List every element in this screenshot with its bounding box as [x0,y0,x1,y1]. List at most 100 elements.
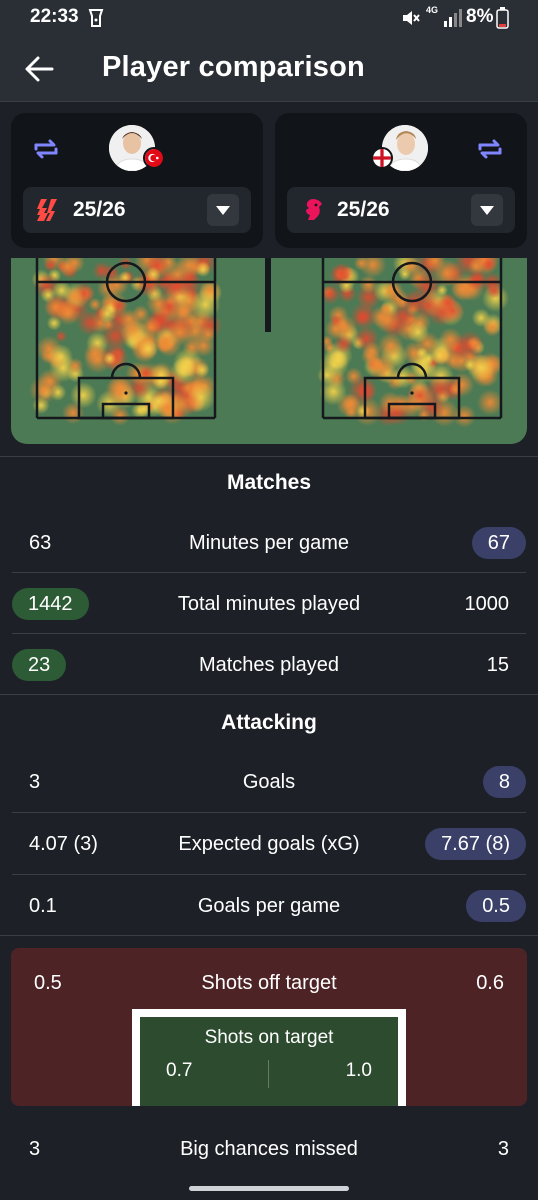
stat-row-minutes-per-game: 63 Minutes per game 67 [0,512,538,573]
heatmap-blob [55,300,81,326]
heatmap-blob [77,309,103,336]
page-title: Player comparison [102,51,365,83]
heatmap-blob [43,258,58,272]
laliga-logo-icon [37,199,57,221]
stat-row-goals: 3 Goals 8 [0,751,538,812]
heatmap-blob [118,308,140,330]
heatmap-blob [477,389,504,416]
gesture-nav-bar[interactable] [189,1186,349,1191]
goal-divider [268,1060,269,1088]
heatmap-blob [463,358,477,371]
heatmap-blob [195,262,211,278]
section-title-matches: Matches [226,471,312,494]
heatmap-blob [465,270,487,292]
heatmap-panel [11,258,527,444]
heatmap-blob [138,338,159,359]
swap-player-icon[interactable] [475,134,505,164]
network-type: 4G [425,5,438,15]
shots-on-label: Shots on target [204,1027,334,1048]
section-divider [0,694,538,695]
right-player-card: 25/26 [275,113,527,248]
battery-icon [496,7,509,29]
status-bar: 22:33 4G 8% [0,0,538,36]
right-season-dropdown[interactable] [471,194,503,226]
heatmap-blob [406,321,430,344]
heatmap-graphic [29,258,510,428]
heatmap-blob [109,405,130,426]
heatmap-blob [413,291,443,320]
stat-label: Goals per game [197,895,341,917]
heatmap-blob [331,263,352,284]
shots-on-right: 1.0 [345,1060,372,1081]
heatmap-blob [348,375,378,405]
stat-row-goals-per-game: 0.1 Goals per game 0.5 [0,875,538,936]
heatmap-blob [482,318,502,337]
flashlight-icon [88,9,104,27]
right-value: 15 [486,654,509,676]
right-value-highlight: 0.5 [466,890,526,922]
heatmap-divider [0,456,538,457]
swap-player-icon[interactable] [31,134,61,164]
status-time: 22:33 [30,6,79,27]
heatmap-blob [103,352,117,365]
left-season-label: 25/26 [73,198,126,221]
shots-off-label: Shots off target [201,972,337,994]
shots-on-left: 0.7 [166,1060,193,1081]
chevron-down-icon [216,206,230,215]
heatmap-blob [88,297,102,312]
stat-row-total-minutes: 1442 Total minutes played 1000 [0,573,538,634]
heatmap-blob [29,375,58,405]
heatmap-blob [415,347,428,360]
right-value: 3 [497,1138,509,1160]
shots-graphic: 0.5 Shots off target 0.6 Shots on target… [11,948,527,1106]
signal-icon [444,9,462,27]
right-value-highlight: 7.67 (8) [425,828,526,860]
back-arrow-icon[interactable] [22,52,56,86]
heatmap-blob [331,314,358,341]
heatmap-blob [317,365,337,385]
right-season-selector[interactable]: 25/26 [287,187,515,233]
section-title-attacking: Attacking [221,711,317,734]
premier-league-logo-icon [306,199,322,220]
stat-row-expected-goals: 4.07 (3) Expected goals (xG) 7.67 (8) [0,813,538,874]
left-player-card: 25/26 [11,113,263,248]
goal-frame: Shots on target 0.7 1.0 [132,1009,406,1106]
heatmap-blob [156,397,179,420]
battery-percent: 8% [466,6,494,27]
right-value: 1000 [464,593,510,615]
section-divider [0,935,538,936]
left-season-dropdown[interactable] [207,194,239,226]
heatmap-blob [450,372,475,397]
heatmap-blob [359,258,387,278]
right-value-highlight: 67 [471,527,526,559]
heatmap-blob [362,341,382,361]
right-season-label: 25/26 [337,198,390,221]
stat-row-big-chances-missed: 3 Big chances missed 3 [0,1118,538,1179]
chevron-down-icon [480,206,494,215]
stat-label: Total minutes played [177,593,361,615]
right-value-highlight: 8 [482,766,526,798]
shots-off-right: 0.6 [476,972,504,994]
app-header: Player comparison [0,36,538,102]
heatmap-blob [431,346,449,365]
stat-label: Goals [242,771,296,793]
heatmap-blob [452,404,476,428]
heatmap-blob [377,332,404,360]
mute-icon [403,11,420,25]
turkey-flag-icon [143,147,165,169]
heatmap-blob [104,376,135,406]
stat-row-matches-played: 23 Matches played 15 [0,634,538,695]
heatmap-blob [145,266,161,282]
left-season-selector[interactable]: 25/26 [23,187,251,233]
heatmap-blob [370,305,393,329]
stat-label: Minutes per game [188,532,350,554]
england-flag-icon [371,147,393,169]
heatmap-blob [47,344,74,370]
heatmap-blob [467,335,482,351]
heatmap-blob [168,296,199,327]
heatmap-blob [399,393,424,418]
stat-label: Matches played [198,654,340,676]
stat-label: Big chances missed [180,1138,358,1160]
right-heatmap-blobs [317,258,510,428]
heatmap-blob [70,381,97,409]
